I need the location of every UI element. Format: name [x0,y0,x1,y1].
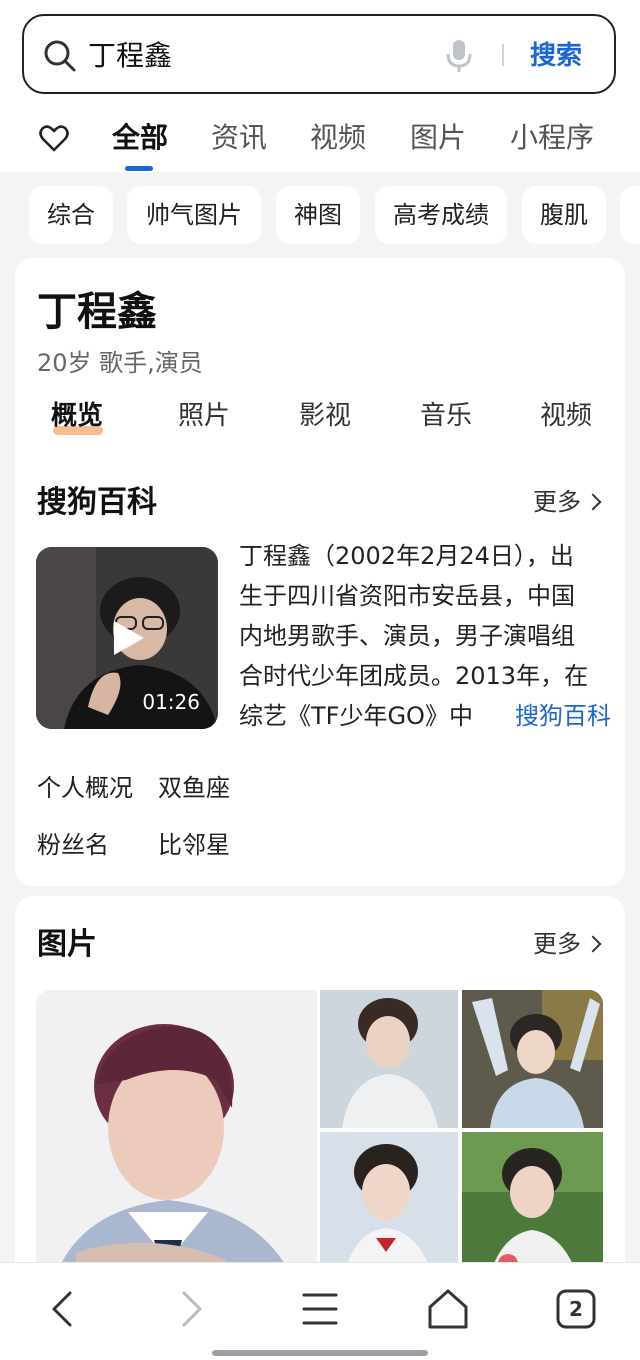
home-icon[interactable] [424,1285,472,1333]
chip-exam-scores[interactable]: 高考成绩 [375,186,507,244]
info-value-fandom: 比邻星 [158,831,230,859]
search-tabs: 全部 资讯 视频 图片 小程序 [0,110,640,172]
photo-thumb-1-image [320,990,458,1128]
subtab-videos[interactable]: 视频 [540,396,592,436]
baike-title: 搜狗百科 [37,485,157,520]
chevron-right-icon [584,935,602,953]
info-value-zodiac: 双鱼座 [158,774,230,802]
top-header: 丁程鑫 搜索 全部 资讯 视频 图片 小程序 [0,0,640,172]
bottom-navigation-bar: 2 [0,1262,640,1360]
menu-icon[interactable] [296,1285,344,1333]
search-divider [502,44,504,66]
subtab-photos[interactable]: 照片 [178,396,230,436]
search-icon [44,40,76,72]
tabs-switcher-button[interactable]: 2 [552,1285,600,1333]
video-thumbnail[interactable]: 01:26 [36,547,218,729]
bio-line: 合时代少年团成员。2013年，在 [239,662,589,690]
tab-videos[interactable]: 视频 [310,118,366,158]
images-more-link[interactable]: 更多 [533,924,602,964]
search-bar[interactable]: 丁程鑫 搜索 [22,14,616,94]
baike-source-link[interactable]: 搜狗百科 [505,696,611,736]
chip-overview[interactable]: 综合 [29,186,113,244]
search-input[interactable]: 丁程鑫 [88,36,172,76]
tab-news[interactable]: 资讯 [211,118,267,158]
subtab-overview[interactable]: 概览 [51,396,103,436]
search-button[interactable]: 搜索 [530,36,582,76]
tab-count: 2 [569,1297,583,1321]
photo-thumb-1[interactable] [320,990,458,1128]
tab-all[interactable]: 全部 [112,118,168,158]
active-tab-indicator [125,166,153,171]
tab-images[interactable]: 图片 [410,118,466,158]
baike-more-label: 更多 [533,488,581,516]
chip-handsome-photos[interactable]: 帅气图片 [127,186,261,244]
back-icon[interactable] [38,1285,86,1333]
chip-abs[interactable]: 腹肌 [522,186,606,244]
subtab-film-tv[interactable]: 影视 [299,396,351,436]
baike-more-link[interactable]: 更多 [533,482,602,522]
profile-card: 丁程鑫 20岁 歌手,演员 概览 照片 影视 音乐 视频 搜狗百科 更多 01:… [15,258,625,886]
filter-chips: 综合 帅气图片 神图 高考成绩 腹肌 [0,186,640,244]
subtab-music[interactable]: 音乐 [420,396,472,436]
bio-line-last: 综艺《TF少年GO》中 搜狗百科 [239,696,611,736]
images-title: 图片 [37,927,97,962]
bio-line: 综艺《TF少年GO》中 [239,702,473,730]
chip-memes[interactable]: 神图 [276,186,360,244]
heart-icon[interactable] [38,122,70,154]
info-label-fandom: 粉丝名 [37,831,109,859]
photo-thumb-2[interactable] [462,990,603,1128]
chevron-right-icon [584,493,602,511]
bio-line: 生于四川省资阳市安岳县，中国 [239,582,575,610]
forward-icon[interactable] [168,1285,216,1333]
images-card: 图片 更多 [15,896,625,1316]
baike-bio: 丁程鑫（2002年2月24日），出 生于四川省资阳市安岳县，中国 内地男歌手、演… [239,536,611,736]
home-indicator [212,1350,428,1356]
tab-mini-programs[interactable]: 小程序 [510,118,594,158]
profile-name: 丁程鑫 [37,289,157,335]
bio-line: 内地男歌手、演员，男子演唱组 [239,622,575,650]
video-duration: 01:26 [142,690,200,714]
profile-subtitle: 20岁 歌手,演员 [37,349,203,377]
chip-more[interactable] [620,186,640,244]
microphone-icon[interactable] [444,38,474,74]
bio-line: 丁程鑫（2002年2月24日），出 [239,542,574,570]
images-more-label: 更多 [533,930,581,958]
photo-thumb-2-image [462,990,603,1128]
play-icon [114,621,144,655]
info-label-overview: 个人概况 [37,774,133,802]
